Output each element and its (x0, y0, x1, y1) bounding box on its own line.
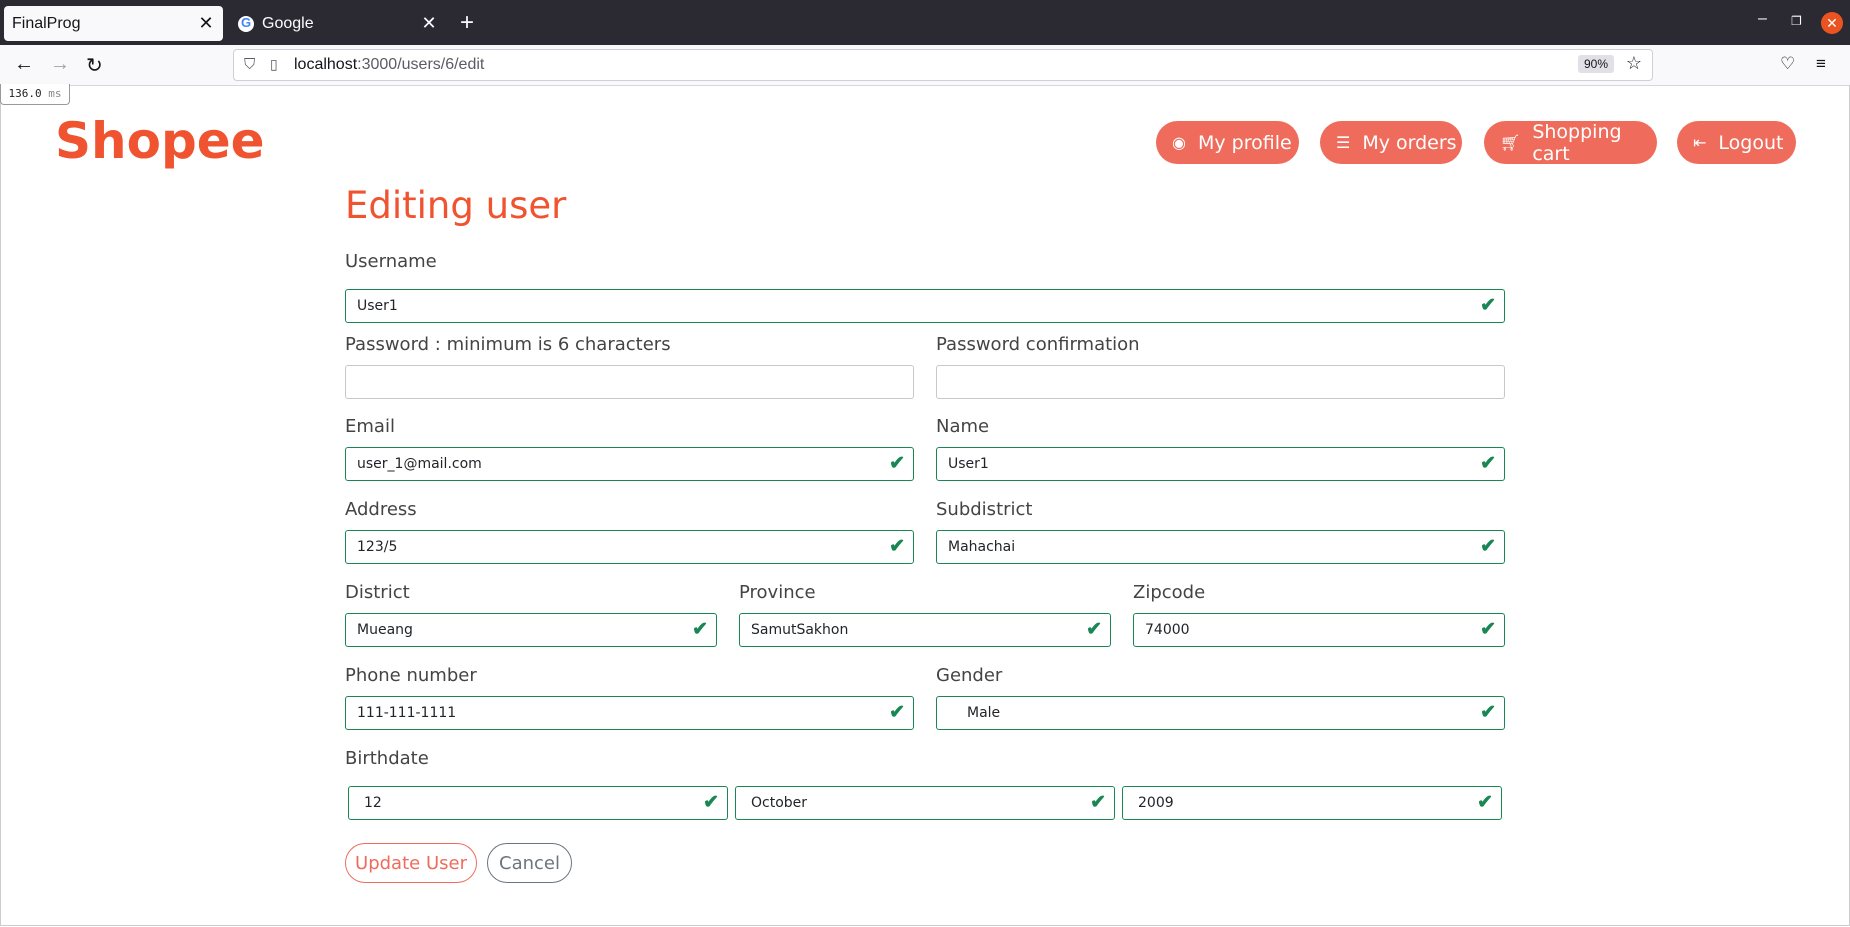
check-icon: ✔ (889, 536, 905, 557)
zipcode-field[interactable]: 74000 ✔ (1133, 613, 1505, 647)
birthdate-label: Birthdate (345, 748, 429, 769)
check-icon: ✔ (1480, 295, 1496, 316)
minimize-icon[interactable]: – (1758, 10, 1767, 28)
address-field[interactable]: 123/5 ✔ (345, 530, 914, 564)
check-icon: ✔ (692, 619, 708, 640)
my-profile-label: My profile (1197, 131, 1292, 154)
logout-icon: ⇤ (1693, 133, 1707, 152)
my-orders-label: My orders (1362, 131, 1457, 154)
zipcode-label: Zipcode (1133, 582, 1206, 603)
google-favicon-icon (238, 15, 254, 32)
reload-icon[interactable]: ↻ (86, 53, 103, 78)
username-field[interactable]: User1 ✔ (345, 289, 1505, 323)
browser-tab-bar: FinalProg ✕ Google ✕ + – ❐ ✕ (0, 0, 1850, 45)
province-label: Province (739, 582, 816, 603)
list-icon: ☰ (1336, 133, 1351, 152)
timing-badge: 136.0 ms (0, 84, 70, 105)
my-profile-button[interactable]: ◉ My profile (1156, 121, 1299, 164)
restore-icon[interactable]: ❐ (1791, 14, 1802, 28)
gender-select[interactable]: Male ✔ (936, 696, 1505, 730)
password-label: Password : minimum is 6 characters (345, 334, 671, 355)
address-label: Address (345, 499, 417, 520)
address-bar[interactable]: ⛉ ▯ localhost:3000/users/6/edit 90% ☆ (233, 49, 1653, 81)
check-icon: ✔ (889, 702, 905, 723)
check-icon: ✔ (1480, 702, 1496, 723)
email-field[interactable]: user_1@mail.com ✔ (345, 447, 914, 481)
page-icon: ▯ (270, 56, 278, 72)
pocket-icon[interactable]: ♡ (1780, 54, 1795, 74)
tab-title: Google (262, 14, 314, 32)
check-icon: ✔ (1090, 792, 1106, 813)
menu-icon[interactable]: ≡ (1816, 54, 1826, 74)
forward-icon[interactable]: → (50, 53, 70, 76)
password-confirmation-label: Password confirmation (936, 334, 1140, 355)
back-icon[interactable]: ← (14, 53, 34, 76)
district-field[interactable]: Mueang ✔ (345, 613, 717, 647)
close-window-icon[interactable]: ✕ (1821, 12, 1843, 34)
name-label: Name (936, 416, 990, 437)
check-icon: ✔ (1477, 792, 1493, 813)
page-title: Editing user (345, 184, 567, 227)
user-circle-icon: ◉ (1172, 133, 1186, 152)
check-icon: ✔ (889, 453, 905, 474)
check-icon: ✔ (1480, 453, 1496, 474)
brand-logo[interactable]: Shopee (55, 112, 265, 170)
logout-label: Logout (1718, 131, 1784, 154)
check-icon: ✔ (703, 792, 719, 813)
cart-icon: 🛒︎ (1500, 133, 1521, 152)
password-field[interactable] (345, 365, 914, 399)
subdistrict-label: Subdistrict (936, 499, 1033, 520)
close-tab-icon[interactable]: ✕ (418, 13, 440, 34)
check-icon: ✔ (1480, 619, 1496, 640)
bookmark-star-icon[interactable]: ☆ (1626, 53, 1642, 74)
tab-title: FinalProg (12, 14, 81, 32)
birth-day-select[interactable]: 12 ✔ (348, 786, 728, 820)
shopping-cart-label: Shopping cart (1532, 120, 1622, 165)
my-orders-button[interactable]: ☰ My orders (1320, 121, 1462, 164)
close-tab-icon[interactable]: ✕ (195, 13, 217, 34)
password-confirmation-field[interactable] (936, 365, 1505, 399)
check-icon: ✔ (1480, 536, 1496, 557)
username-label: Username (345, 251, 437, 272)
email-label: Email (345, 416, 395, 437)
url-text[interactable]: localhost:3000/users/6/edit (294, 56, 484, 74)
birth-year-select[interactable]: 2009 ✔ (1122, 786, 1502, 820)
tab-finalprog[interactable]: FinalProg ✕ (4, 6, 223, 41)
subdistrict-field[interactable]: Mahachai ✔ (936, 530, 1505, 564)
district-label: District (345, 582, 410, 603)
update-user-button[interactable]: Update User (345, 843, 477, 883)
gender-label: Gender (936, 665, 1003, 686)
birth-month-select[interactable]: October ✔ (735, 786, 1115, 820)
cancel-button[interactable]: Cancel (487, 843, 572, 883)
tab-google[interactable]: Google ✕ (232, 6, 446, 41)
logout-button[interactable]: ⇤ Logout (1677, 121, 1796, 164)
zoom-level[interactable]: 90% (1577, 55, 1614, 73)
name-field[interactable]: User1 ✔ (936, 447, 1505, 481)
shopping-cart-button[interactable]: 🛒︎ Shopping cart (1484, 120, 1657, 165)
browser-nav-bar: ← → ↻ ⛉ ▯ localhost:3000/users/6/edit 90… (0, 45, 1850, 86)
phone-label: Phone number (345, 665, 477, 686)
check-icon: ✔ (1086, 619, 1102, 640)
province-field[interactable]: SamutSakhon ✔ (739, 613, 1111, 647)
phone-field[interactable]: 111-111-1111 ✔ (345, 696, 914, 730)
new-tab-icon[interactable]: + (460, 9, 474, 37)
shield-icon[interactable]: ⛉ (244, 56, 255, 73)
